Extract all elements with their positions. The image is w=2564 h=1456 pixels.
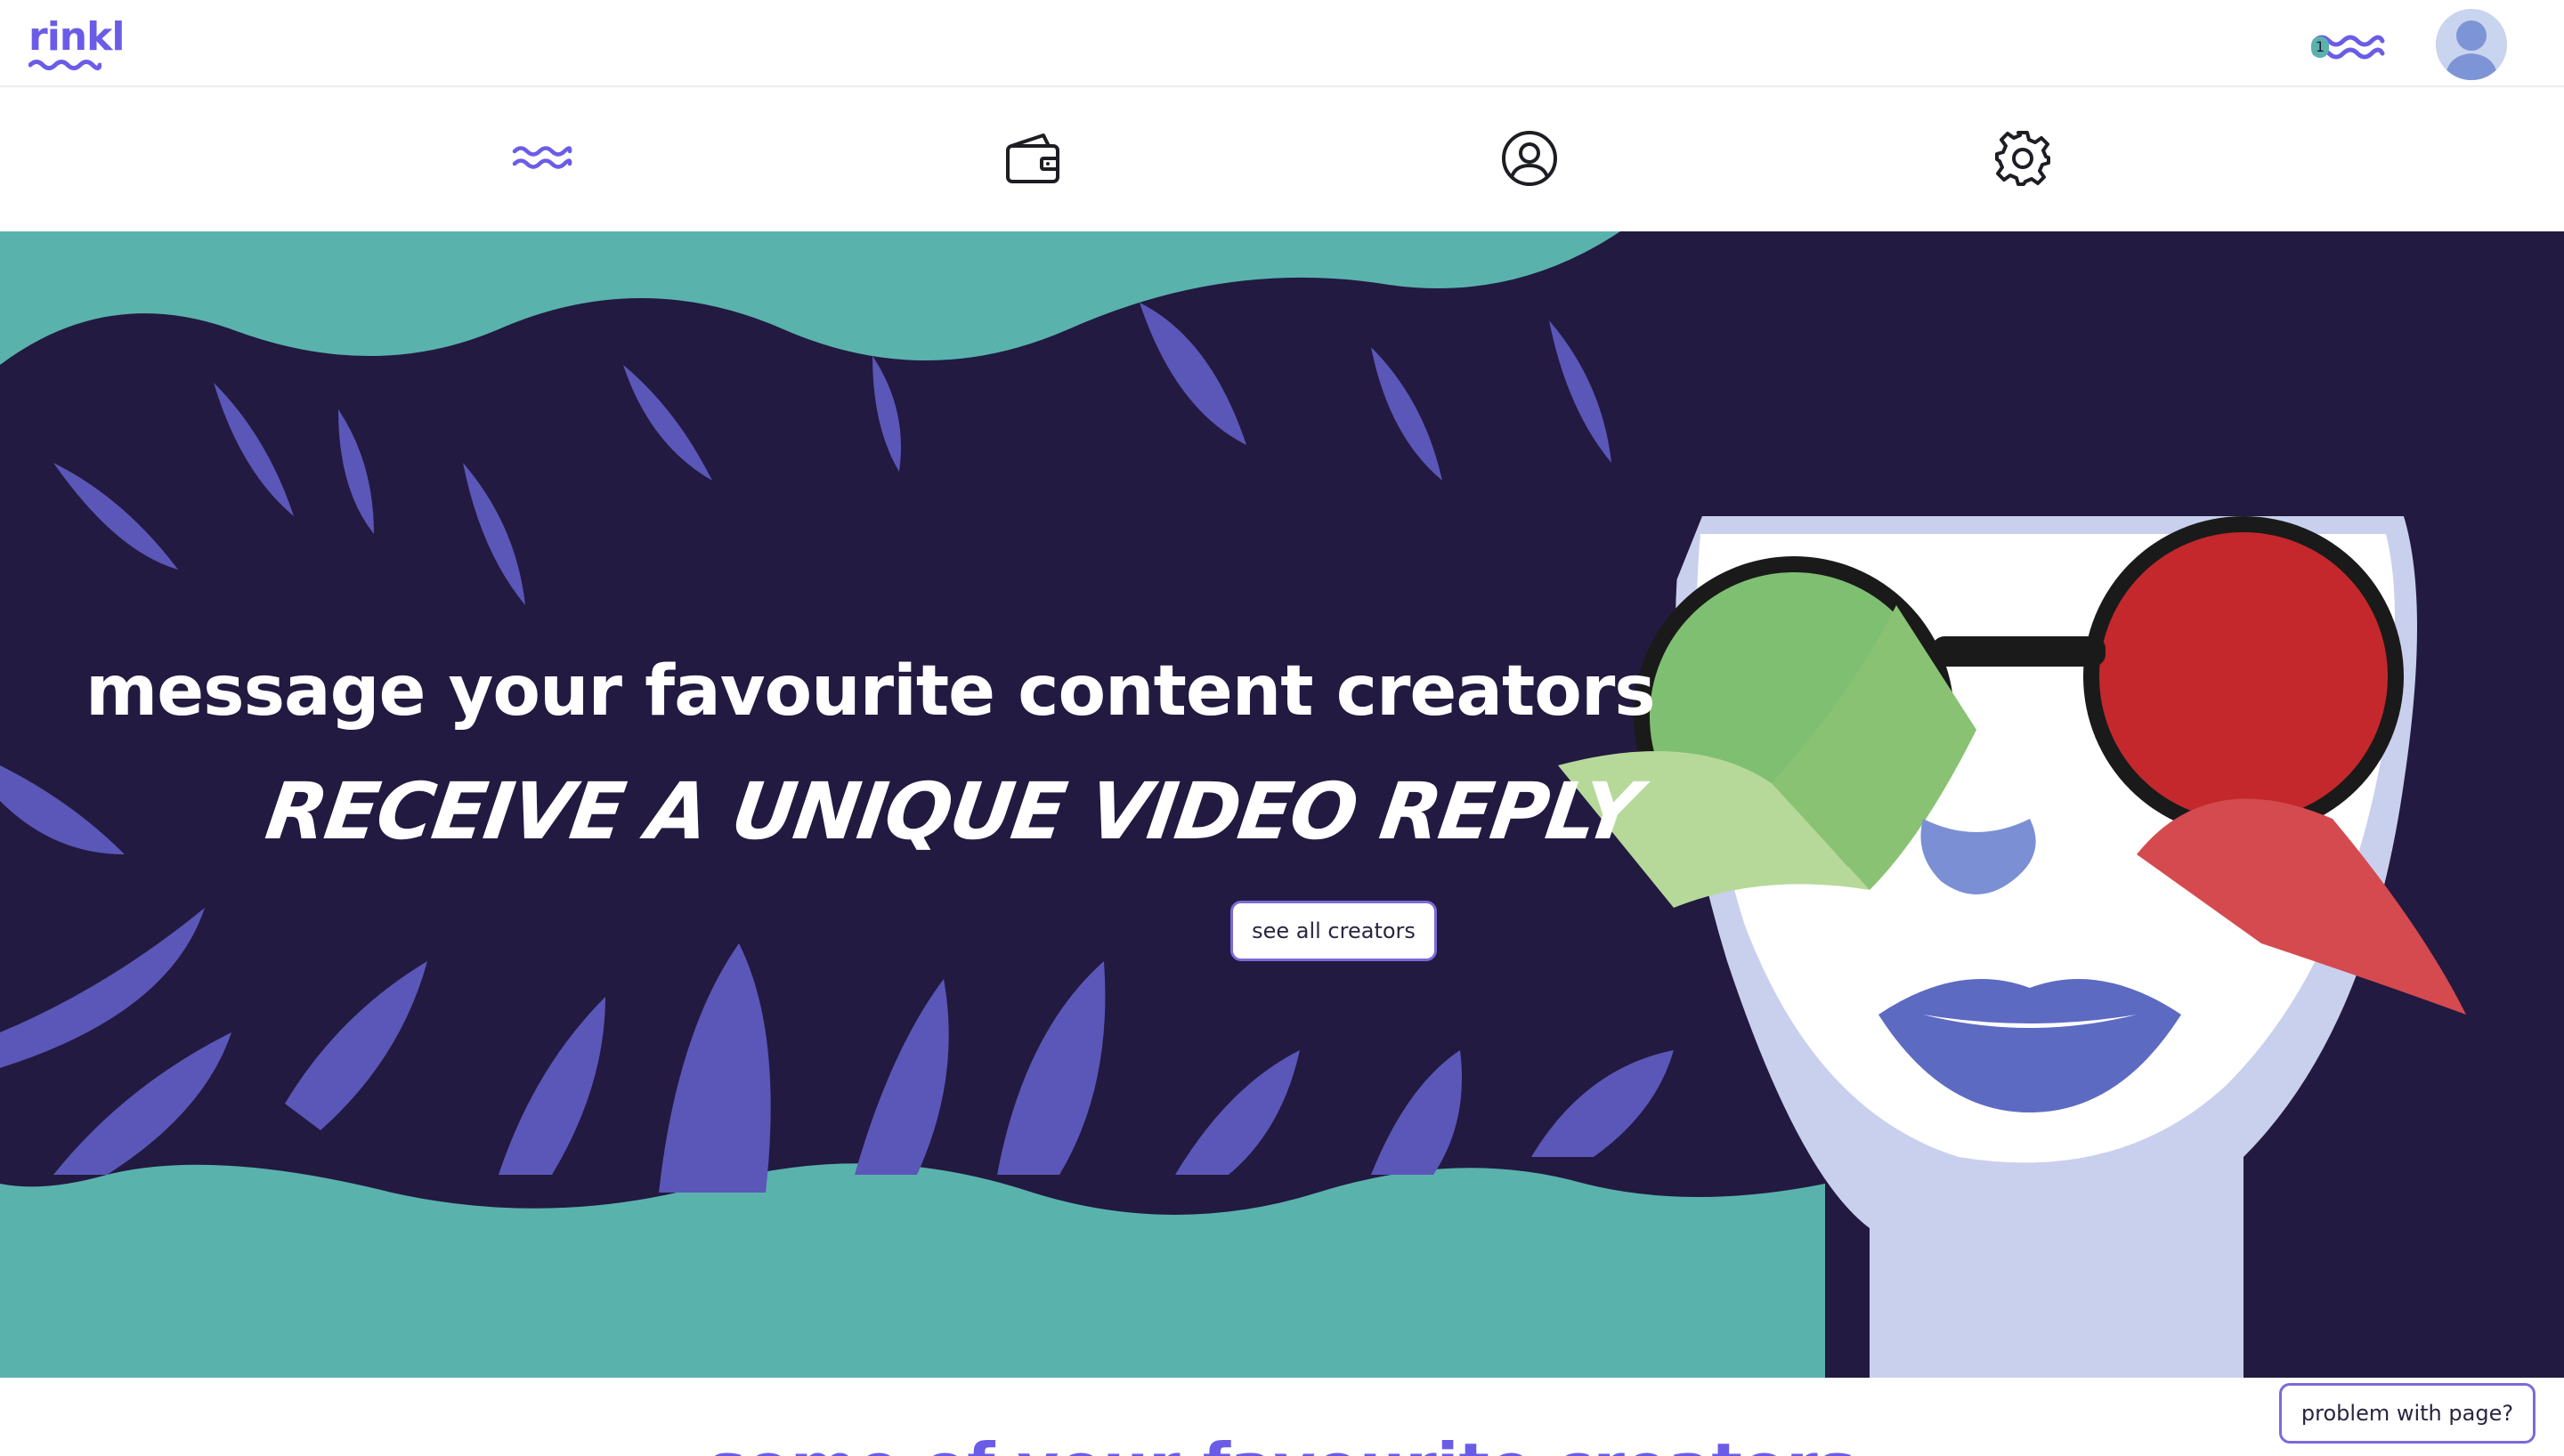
top-bar: rinkl 1	[0, 0, 2564, 87]
nav-wallet[interactable]	[1002, 130, 1067, 187]
nav-profile[interactable]	[1497, 130, 1562, 187]
coin-count: 1	[2311, 36, 2329, 58]
coin-balance[interactable]: 1	[2311, 30, 2386, 66]
icon-navigation	[0, 87, 2564, 231]
creators-section: some of your favourite creators	[0, 1378, 2564, 1456]
section-title: some of your favourite creators	[0, 1429, 2564, 1456]
hero-banner: message your favourite content creators …	[0, 231, 2564, 1378]
hero-title: message your favourite content creators	[85, 651, 1656, 732]
avatar-silhouette-icon	[2436, 9, 2507, 80]
nav-settings[interactable]	[1991, 130, 2055, 187]
hero-subtitle: RECEIVE A UNIQUE VIDEO REPLY	[260, 765, 1644, 857]
rinkl-waves-icon	[512, 146, 572, 169]
user-avatar[interactable]	[2436, 9, 2507, 80]
logo-text: rinkl	[28, 14, 125, 60]
logo-wave-icon	[28, 60, 101, 70]
user-circle-icon	[1502, 131, 1557, 186]
nav-home[interactable]	[509, 130, 573, 187]
wallet-icon	[1006, 133, 1059, 183]
rinkl-logo[interactable]: rinkl	[28, 14, 125, 78]
problem-with-page-button[interactable]: problem with page?	[2279, 1383, 2536, 1444]
gear-icon	[1995, 131, 2050, 186]
see-all-creators-button[interactable]: see all creators	[1230, 901, 1437, 961]
